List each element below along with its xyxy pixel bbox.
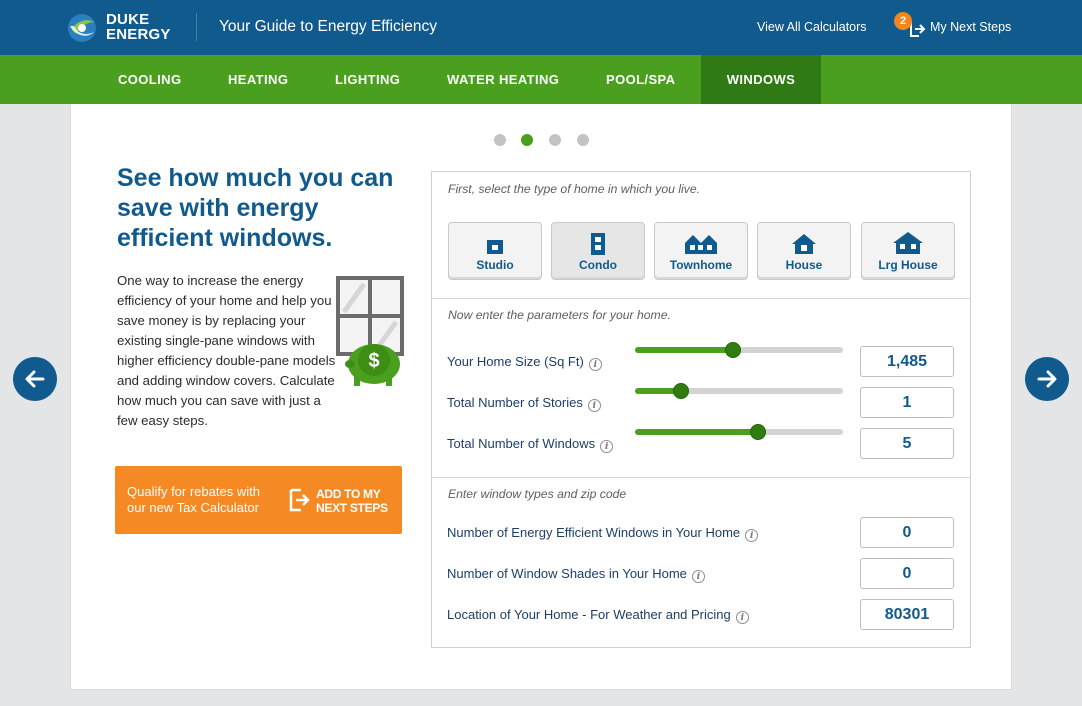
home-size-label: Your Home Size (Sq Ft) i bbox=[447, 354, 602, 371]
large-house-icon bbox=[893, 232, 923, 254]
zip-code-label: Location of Your Home - For Weather and … bbox=[447, 607, 749, 624]
home-type-label: House bbox=[785, 258, 823, 272]
cta-action-label: ADD TO MY NEXT STEPS bbox=[316, 487, 388, 515]
condo-icon bbox=[591, 233, 605, 255]
house-icon bbox=[792, 234, 816, 254]
svg-text:$: $ bbox=[368, 350, 379, 372]
nav-tab-cooling[interactable]: COOLING bbox=[118, 55, 181, 104]
logo-line1: DUKE bbox=[106, 11, 150, 28]
windows-label: Total Number of Windows i bbox=[447, 436, 614, 453]
slider-thumb[interactable] bbox=[749, 424, 766, 440]
intro-headline: See how much you can save with energy ef… bbox=[117, 164, 394, 252]
efficient-windows-field[interactable]: 0 bbox=[860, 517, 954, 548]
top-header: DUKE ENERGY Your Guide to Energy Efficie… bbox=[0, 0, 1082, 55]
window-piggy-bank-icon: $ bbox=[336, 276, 404, 386]
efficient-windows-label-text: Number of Energy Efficient Windows in Yo… bbox=[447, 525, 741, 540]
duke-energy-logo[interactable]: DUKE ENERGY bbox=[66, 10, 176, 44]
section-divider bbox=[432, 298, 970, 299]
add-to-steps-icon bbox=[289, 488, 310, 512]
studio-icon bbox=[487, 240, 503, 254]
prev-slide-button[interactable] bbox=[13, 357, 57, 401]
tax-calculator-cta-button[interactable]: Qualify for rebates with our new Tax Cal… bbox=[115, 466, 402, 534]
info-icon[interactable]: i bbox=[745, 529, 759, 542]
window-shades-label: Number of Window Shades in Your Home i bbox=[447, 566, 705, 583]
stories-label: Total Number of Stories i bbox=[447, 395, 601, 412]
nav-tab-heating[interactable]: HEATING bbox=[228, 55, 288, 104]
info-icon[interactable]: i bbox=[588, 358, 602, 371]
step1-title: First, select the type of home in which … bbox=[448, 182, 700, 196]
arrow-left-icon bbox=[25, 370, 45, 388]
category-nav: COOLING HEATING LIGHTING WATER HEATING P… bbox=[0, 55, 1082, 104]
home-type-condo-button[interactable]: Condo bbox=[551, 222, 645, 280]
stories-label-text: Total Number of Stories bbox=[447, 395, 583, 410]
nav-tab-lighting[interactable]: LIGHTING bbox=[335, 55, 400, 104]
windows-field[interactable]: 5 bbox=[860, 428, 954, 459]
home-type-label: Studio bbox=[476, 258, 514, 272]
home-type-label: Condo bbox=[579, 258, 617, 272]
view-all-calculators-link[interactable]: View All Calculators bbox=[757, 20, 867, 34]
duke-logo-icon bbox=[68, 14, 96, 42]
home-size-slider[interactable] bbox=[635, 342, 843, 358]
carousel-dot-4[interactable] bbox=[577, 134, 589, 146]
logo-line2: ENERGY bbox=[106, 26, 171, 43]
home-size-label-text: Your Home Size (Sq Ft) bbox=[447, 354, 584, 369]
stories-field[interactable]: 1 bbox=[860, 387, 954, 418]
calculator-panel: First, select the type of home in which … bbox=[431, 171, 971, 648]
home-type-house-button[interactable]: House bbox=[757, 222, 851, 280]
windows-label-text: Total Number of Windows bbox=[447, 436, 596, 451]
windows-slider[interactable] bbox=[635, 424, 843, 440]
carousel-dot-3[interactable] bbox=[549, 134, 561, 146]
zip-code-field[interactable]: 80301 bbox=[860, 599, 954, 630]
slider-thumb[interactable] bbox=[672, 383, 689, 399]
info-icon[interactable]: i bbox=[691, 570, 705, 583]
window-shades-label-text: Number of Window Shades in Your Home bbox=[447, 566, 687, 581]
cta-text: Qualify for rebates with our new Tax Cal… bbox=[127, 484, 260, 515]
efficient-windows-label: Number of Energy Efficient Windows in Yo… bbox=[447, 525, 759, 542]
window-shades-field[interactable]: 0 bbox=[860, 558, 954, 589]
step3-title: Enter window types and zip code bbox=[448, 487, 627, 501]
arrow-right-icon bbox=[1037, 370, 1057, 388]
nav-tab-water-heating[interactable]: WATER HEATING bbox=[447, 55, 559, 104]
home-type-label: Townhome bbox=[669, 258, 733, 272]
logo-wordmark: DUKE ENERGY bbox=[106, 12, 171, 42]
info-icon[interactable]: i bbox=[735, 611, 749, 624]
slider-thumb[interactable] bbox=[724, 342, 741, 358]
nav-tab-windows[interactable]: WINDOWS bbox=[701, 55, 821, 104]
slider-fill bbox=[635, 429, 758, 435]
home-type-label: Lrg House bbox=[878, 258, 938, 272]
townhome-icon bbox=[685, 235, 717, 254]
next-steps-label: My Next Steps bbox=[930, 20, 1012, 34]
header-divider bbox=[196, 13, 197, 41]
section-divider bbox=[432, 477, 970, 478]
slider-fill bbox=[635, 347, 733, 353]
home-type-townhome-button[interactable]: Townhome bbox=[654, 222, 748, 280]
home-size-field[interactable]: 1,485 bbox=[860, 346, 954, 377]
nav-tab-pool-spa[interactable]: POOL/SPA bbox=[606, 55, 675, 104]
zip-code-label-text: Location of Your Home - For Weather and … bbox=[447, 607, 731, 622]
home-type-studio-button[interactable]: Studio bbox=[448, 222, 542, 280]
stories-slider[interactable] bbox=[635, 383, 843, 399]
carousel-dot-2[interactable] bbox=[521, 134, 533, 146]
site-title: Your Guide to Energy Efficiency bbox=[219, 18, 437, 35]
step2-title: Now enter the parameters for your home. bbox=[448, 308, 671, 322]
home-type-large-house-button[interactable]: Lrg House bbox=[861, 222, 955, 280]
next-slide-button[interactable] bbox=[1025, 357, 1069, 401]
info-icon[interactable]: i bbox=[587, 399, 601, 412]
intro-body: One way to increase the energy efficienc… bbox=[117, 273, 336, 428]
next-steps-count-badge: 2 bbox=[894, 12, 912, 30]
info-icon[interactable]: i bbox=[600, 440, 614, 453]
carousel-dot-1[interactable] bbox=[494, 134, 506, 146]
